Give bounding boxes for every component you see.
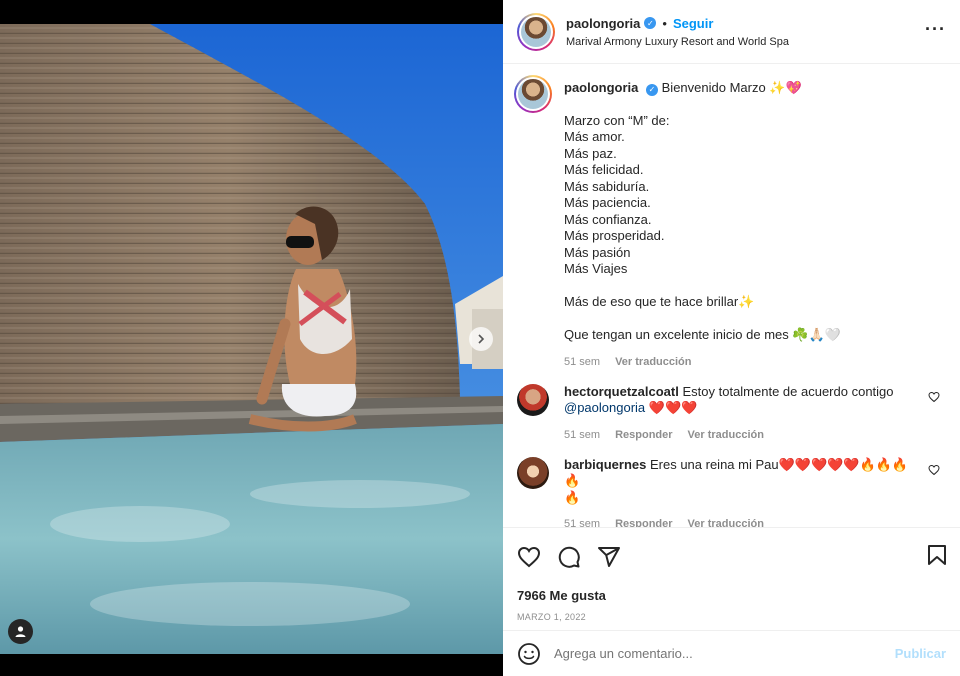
user-tag-icon [15, 626, 26, 637]
caption-line: Más felicidad. [564, 162, 644, 177]
more-options-icon[interactable]: ··· [925, 20, 946, 38]
avatar[interactable] [514, 75, 552, 113]
action-bar [503, 527, 960, 585]
caption-line: Marzo con “M” de: [564, 112, 670, 128]
avatar[interactable] [517, 456, 549, 489]
post-date[interactable]: MARZO 1, 2022 [503, 612, 960, 630]
comment-emojis: ❤️❤️❤️ [648, 400, 698, 415]
bookmark-icon [928, 545, 946, 565]
caption-username[interactable]: paolongoria [564, 80, 638, 95]
share-button[interactable] [597, 545, 621, 569]
post-comment-button[interactable]: Publicar [895, 646, 946, 661]
timestamp[interactable]: 51 sem [564, 429, 600, 441]
caption-line: Más confianza. [564, 211, 652, 227]
post-sidebar: paolongoria ✓ • Seguir Marival Armony Lu… [503, 0, 960, 676]
separator-dot: • [662, 15, 667, 31]
timestamp[interactable]: 51 sem [564, 518, 600, 527]
caption-line: Más Viajes [564, 261, 628, 276]
comment-item: barbiquernes Eres una reina mi Pau❤️❤️❤️… [517, 456, 946, 527]
comment-icon [558, 546, 580, 568]
comment-username[interactable]: hectorquetzalcoatl [564, 384, 679, 399]
caption-first-line: Bienvenido Marzo ✨💖 [661, 80, 802, 95]
comment-item: hectorquetzalcoatl Estoy totalmente de a… [517, 383, 946, 451]
caption-line: Más prosperidad. [564, 228, 665, 243]
comments-list[interactable]: paolongoria ✓ Bienvenido Marzo ✨💖 Marzo … [503, 64, 960, 527]
post-header: paolongoria ✓ • Seguir Marival Armony Lu… [503, 0, 960, 64]
likes-count[interactable]: 7966 Me gusta [503, 585, 960, 607]
username-link[interactable]: paolongoria [566, 16, 640, 31]
comment-text: Estoy totalmente de acuerdo contigo [682, 383, 894, 399]
comment-meta: 51 sem Responder Ver traducción [564, 429, 922, 441]
comment-like-icon[interactable] [928, 391, 940, 403]
caption-line: Más paciencia. [564, 195, 651, 210]
save-button[interactable] [926, 543, 948, 570]
reply-button[interactable]: Responder [615, 518, 672, 527]
translate-link[interactable]: Ver traducción [615, 356, 691, 368]
header-text: paolongoria ✓ • Seguir Marival Armony Lu… [566, 16, 789, 48]
caption: paolongoria ✓ Bienvenido Marzo ✨💖 Marzo … [514, 75, 946, 378]
verified-badge-icon: ✓ [644, 17, 657, 29]
emoji-button[interactable] [517, 642, 541, 666]
caption-meta: 51 sem Ver traducción [564, 356, 922, 368]
comment-input[interactable] [554, 646, 895, 661]
next-image-button[interactable] [469, 327, 493, 351]
avatar[interactable] [517, 12, 555, 51]
caption-line: Más sabiduría. [564, 178, 650, 194]
comment-username[interactable]: barbiquernes [564, 457, 646, 472]
caption-body: Marzo con “M” de: Más amor. Más paz. Más… [564, 113, 922, 344]
photo-illustration [0, 24, 503, 654]
emoji-icon [518, 642, 540, 665]
avatar[interactable] [517, 383, 549, 416]
comment-text-continued: 🔥 [564, 489, 581, 505]
like-button[interactable] [517, 545, 541, 569]
post-modal: paolongoria ✓ • Seguir Marival Armony Lu… [0, 0, 960, 676]
mention-link[interactable]: @paolongoria [564, 400, 645, 415]
timestamp[interactable]: 51 sem [564, 356, 600, 368]
caption-line: Más de eso que te hace brillar✨ [564, 294, 755, 309]
comment-button[interactable] [557, 545, 581, 569]
follow-button[interactable]: Seguir [673, 16, 713, 31]
translate-link[interactable]: Ver traducción [688, 518, 764, 527]
comment-like-icon[interactable] [928, 464, 940, 476]
chevron-right-icon [478, 334, 485, 344]
reply-button[interactable]: Responder [615, 429, 672, 441]
media-pane [0, 0, 503, 676]
verified-badge-icon: ✓ [646, 84, 659, 97]
post-photo[interactable] [0, 24, 503, 654]
heart-icon [517, 546, 541, 567]
caption-line: Más pasión [564, 244, 631, 260]
translate-link[interactable]: Ver traducción [688, 429, 764, 441]
location-link[interactable]: Marival Armony Luxury Resort and World S… [566, 36, 789, 48]
add-comment-bar: Publicar [503, 630, 960, 676]
user-tags-button[interactable] [8, 619, 33, 644]
caption-line: Más amor. [564, 129, 625, 144]
comment-meta: 51 sem Responder Ver traducción [564, 518, 922, 527]
caption-line: Más paz. [564, 145, 617, 161]
share-icon [598, 546, 620, 567]
caption-line: Que tengan un excelente inicio de mes ☘️… [564, 327, 841, 342]
